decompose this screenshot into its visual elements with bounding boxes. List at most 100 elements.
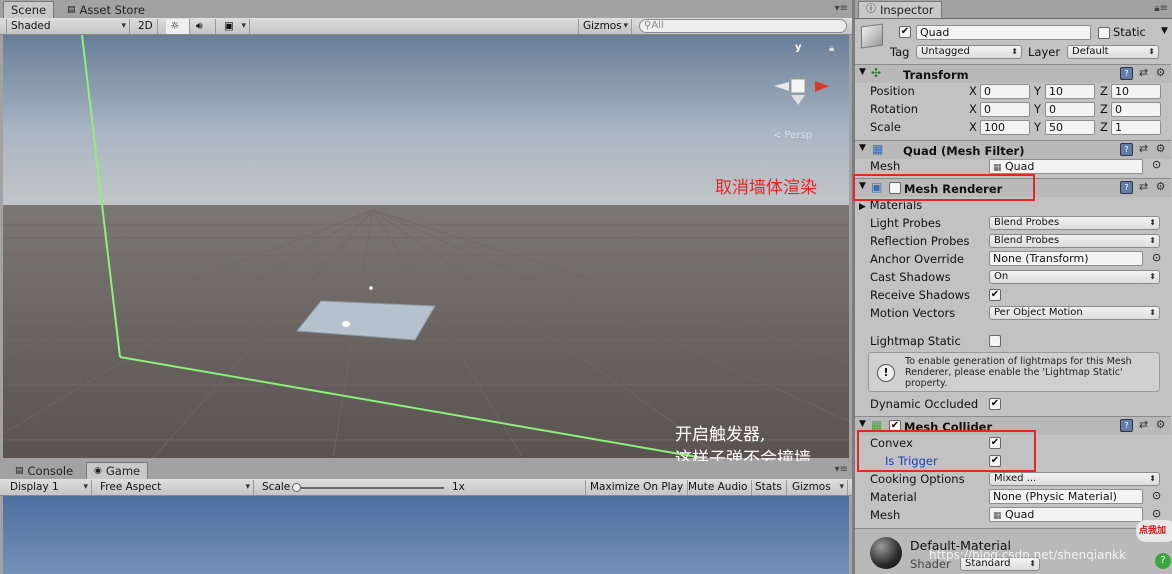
rotation-label: Rotation [870, 102, 919, 116]
help-book-icon[interactable]: ? [1120, 181, 1133, 194]
dynamic-occluded-checkbox[interactable] [989, 398, 1001, 410]
object-picker-icon[interactable]: ⊙ [1152, 251, 1161, 264]
panel-menu-icon[interactable]: ▾≡ [835, 3, 848, 14]
settings-gear-icon[interactable]: ⚙ [1154, 419, 1167, 432]
gizmos-dropdown[interactable]: Gizmos [578, 19, 632, 34]
collider-mesh-field[interactable]: ▦ Quad [989, 507, 1143, 522]
rotation-x-field[interactable]: 0 [980, 102, 1030, 117]
scale-slider-thumb[interactable] [292, 483, 301, 492]
axis-y-label[interactable]: Y [1034, 102, 1041, 116]
tag-label: Tag [890, 45, 910, 59]
inspector-tabbar: ⓘ Inspector 🔒︎≡ [855, 0, 1172, 19]
tab-scene[interactable]: Scene [3, 1, 55, 18]
help-book-icon[interactable]: ? [1120, 143, 1133, 156]
settings-gear-icon[interactable]: ⚙ [1154, 67, 1167, 80]
persp-label[interactable]: < Persp [773, 130, 812, 141]
physic-material-field[interactable]: None (Physic Material) [989, 489, 1143, 504]
inspector-menu-icon[interactable]: 🔒︎≡ [1154, 3, 1168, 14]
axis-x-label[interactable]: X [969, 102, 977, 116]
object-picker-icon[interactable]: ⊙ [1152, 158, 1161, 171]
lightmap-static-label: Lightmap Static [870, 334, 961, 348]
help-book-icon[interactable]: ? [1120, 419, 1133, 432]
scale-value: 1x [452, 481, 465, 493]
axis-x-label[interactable]: X [969, 120, 977, 134]
maximize-on-play-toggle[interactable]: Maximize On Play [585, 480, 689, 495]
rotation-y-field[interactable]: 0 [1045, 102, 1095, 117]
tab-inspector[interactable]: ⓘ Inspector [858, 1, 942, 18]
preset-icon[interactable]: ⇄ [1137, 181, 1150, 194]
settings-gear-icon[interactable]: ⚙ [1154, 143, 1167, 156]
rotation-z-field[interactable]: 0 [1111, 102, 1161, 117]
object-name-field[interactable]: Quad [916, 25, 1091, 40]
game-viewport[interactable] [3, 496, 849, 574]
active-checkbox[interactable] [899, 26, 911, 38]
tag-dropdown[interactable]: Untagged [916, 45, 1022, 59]
disable-render-annotation: 取消墙体渲染 [715, 178, 817, 198]
axis-z-label[interactable]: Z [1100, 102, 1108, 116]
object-picker-icon[interactable]: ⊙ [1152, 489, 1161, 502]
axis-z-label[interactable]: Z [1100, 120, 1108, 134]
scale-slider[interactable] [294, 487, 444, 489]
tab-game[interactable]: ◉ Game [86, 462, 149, 479]
shading-mode-dropdown[interactable]: Shaded [6, 19, 130, 34]
audio-toggle-icon[interactable]: 🔊︎ [192, 19, 216, 34]
position-z-field[interactable]: 10 [1111, 84, 1161, 99]
foldout-arrow-icon[interactable]: ▼ [859, 419, 866, 429]
scale-z-field[interactable]: 1 [1111, 120, 1161, 135]
reflection-probes-label: Reflection Probes [870, 234, 970, 248]
stats-toggle[interactable]: Stats [751, 480, 787, 495]
lighting-toggle-icon[interactable]: ☼ [166, 19, 190, 34]
foldout-arrow-icon[interactable]: ▼ [859, 67, 866, 77]
cooking-options-label: Cooking Options [870, 472, 965, 486]
transform-header[interactable]: ▼ ✣ Transform ? ⇄ ⚙ [855, 64, 1171, 83]
settings-gear-icon[interactable]: ⚙ [1154, 181, 1167, 194]
position-x-field[interactable]: 0 [980, 84, 1030, 99]
scene-tabbar: Scene ▤ Asset Store ▾≡ [0, 0, 852, 19]
scene-viewport[interactable]: y < Persp 🔒︎ [3, 35, 849, 458]
display-dropdown[interactable]: Display 1 [6, 480, 92, 495]
game-panel-menu-icon[interactable]: ▾≡ [835, 464, 848, 475]
preset-icon[interactable]: ⇄ [1137, 67, 1150, 80]
axis-x-label[interactable]: X [969, 84, 977, 98]
anchor-override-field[interactable]: None (Transform) [989, 251, 1143, 266]
tab-asset-store[interactable]: ▤ Asset Store [60, 1, 152, 18]
light-probes-dropdown[interactable]: Blend Probes [989, 216, 1160, 230]
promo-badge[interactable]: 点我加 [1136, 520, 1172, 542]
effects-dropdown-icon[interactable]: ▣ [220, 19, 250, 34]
axis-y-label[interactable]: Y [1034, 84, 1041, 98]
layer-dropdown[interactable]: Default [1067, 45, 1159, 59]
foldout-arrow-icon[interactable]: ▼ [859, 143, 866, 153]
preset-icon[interactable]: ⇄ [1137, 419, 1150, 432]
mesh-object-field[interactable]: ▦ Quad [989, 159, 1143, 174]
tab-console[interactable]: ▤ Console [8, 462, 80, 479]
lightmap-static-checkbox[interactable] [989, 335, 1001, 347]
cast-shadows-dropdown[interactable]: On [989, 270, 1160, 284]
preset-icon[interactable]: ⇄ [1137, 143, 1150, 156]
object-picker-icon[interactable]: ⊙ [1152, 507, 1161, 520]
scale-x-field[interactable]: 100 [980, 120, 1030, 135]
console-icon: ▤ [15, 465, 24, 476]
axis-y-label[interactable]: Y [1034, 120, 1041, 134]
static-dropdown-icon[interactable]: ▼ [1161, 26, 1168, 36]
2d-toggle[interactable]: 2D [134, 19, 158, 34]
mute-audio-toggle[interactable]: Mute Audio [684, 480, 753, 495]
position-label: Position [870, 84, 915, 98]
motion-vectors-dropdown[interactable]: Per Object Motion [989, 306, 1160, 320]
game-gizmos-dropdown[interactable]: Gizmos [788, 480, 848, 495]
anchor-override-label: Anchor Override [870, 252, 964, 266]
position-y-field[interactable]: 10 [1045, 84, 1095, 99]
scene-search-input[interactable]: ⚲All [639, 19, 847, 33]
mesh-icon: ▦ [993, 163, 1002, 173]
badge-icon[interactable]: ? [1155, 553, 1171, 569]
help-book-icon[interactable]: ? [1120, 67, 1133, 80]
reflection-probes-dropdown[interactable]: Blend Probes [989, 234, 1160, 248]
lock-icon[interactable]: 🔒︎ [829, 43, 834, 54]
cooking-options-dropdown[interactable]: Mixed ... [989, 472, 1160, 486]
receive-shadows-checkbox[interactable] [989, 289, 1001, 301]
mesh-filter-header[interactable]: ▼ ▦ Quad (Mesh Filter) ? ⇄ ⚙ [855, 140, 1171, 159]
scale-y-field[interactable]: 50 [1045, 120, 1095, 135]
aspect-dropdown[interactable]: Free Aspect [96, 480, 254, 495]
static-checkbox[interactable] [1098, 27, 1110, 39]
axis-z-label[interactable]: Z [1100, 84, 1108, 98]
mesh-label: Mesh [870, 159, 901, 173]
